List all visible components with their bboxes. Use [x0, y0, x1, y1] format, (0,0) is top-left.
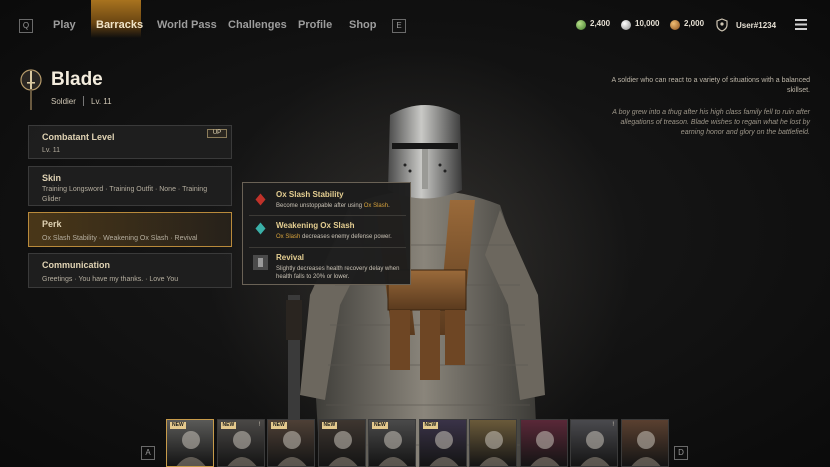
panel-subtitle: Ox Slash Stability · Weakening Ox Slash …	[42, 235, 198, 242]
level-up-badge[interactable]: UP	[207, 129, 227, 138]
perk-description: Become unstoppable after using Ox Slash.	[276, 203, 390, 209]
header-divider	[83, 96, 84, 106]
tab-barracks[interactable]: Barracks	[96, 19, 143, 31]
panel-communication[interactable]: Communication Greetings · You have my th…	[28, 253, 232, 288]
perk-tooltip: Ox Slash Stability Become unstoppable af…	[242, 182, 411, 285]
nav-prev-key[interactable]: Q	[19, 19, 33, 33]
panel-combatant-level[interactable]: Combatant Level Lv. 11 UP	[28, 125, 232, 159]
roster-slot[interactable]: NEW	[418, 419, 467, 467]
roster-next-key[interactable]: D	[674, 446, 688, 460]
silver-coin-icon	[621, 20, 631, 30]
roster-slot[interactable]: NEW	[267, 419, 315, 467]
perk-name: Ox Slash Stability	[276, 190, 344, 199]
roster-slot[interactable]: NEW	[368, 419, 416, 467]
teal-crystal-icon	[253, 221, 268, 236]
panel-title: Communication	[42, 260, 111, 270]
character-portrait	[479, 431, 509, 466]
sword-emblem-icon	[20, 69, 42, 110]
alert-mark: !	[258, 422, 261, 428]
perk-description: Slightly decreases health recovery delay…	[276, 266, 400, 280]
roster-slot[interactable]	[620, 419, 669, 467]
currency-silver-amount: 10,000	[635, 19, 660, 28]
new-badge: NEW	[271, 422, 287, 429]
roster-slot[interactable]: NEW!	[216, 419, 265, 467]
roster-slot[interactable]	[519, 419, 568, 467]
tab-world-pass[interactable]: World Pass	[157, 19, 217, 31]
roster-prev-key[interactable]: A	[141, 446, 155, 460]
currency-bronze-amount: 2,000	[684, 19, 705, 28]
panel-subtitle: Lv. 11	[42, 147, 61, 154]
new-badge: NEW	[321, 422, 338, 429]
panel-skin[interactable]: Skin Training Longsword · Training Outfi…	[28, 166, 232, 206]
new-badge: NEW	[422, 422, 439, 429]
nav-next-key[interactable]: E	[392, 19, 406, 33]
character-class: Soldier	[51, 97, 76, 106]
new-badge: NEW	[220, 422, 237, 429]
character-name: Blade	[51, 69, 103, 90]
currency-gem-amount: 2,400	[590, 19, 611, 28]
tab-play[interactable]: Play	[53, 19, 76, 31]
revival-icon	[253, 255, 268, 270]
panel-subtitle: Training Longsword · Training Outfit · N…	[42, 186, 208, 203]
panel-title: Perk	[42, 219, 62, 229]
roster-slot[interactable]	[469, 419, 517, 467]
new-badge: NEW	[170, 422, 186, 429]
user-shield-icon[interactable]	[715, 18, 729, 32]
character-portrait	[530, 431, 559, 466]
tab-challenges[interactable]: Challenges	[228, 19, 287, 31]
character-portrait	[631, 431, 660, 466]
username[interactable]: User#1234	[736, 21, 776, 30]
perk-name: Weakening Ox Slash	[276, 221, 355, 230]
divider	[249, 215, 406, 216]
green-gem-icon	[576, 20, 586, 30]
divider	[249, 247, 406, 248]
red-crystal-icon	[253, 192, 268, 207]
panel-title: Combatant Level	[42, 132, 115, 142]
roster-slot[interactable]: !	[570, 419, 618, 467]
tab-profile[interactable]: Profile	[298, 19, 332, 31]
perk-name: Revival	[276, 253, 305, 262]
character-portrait	[580, 431, 610, 466]
panel-title: Skin	[42, 173, 62, 183]
character-level: Lv. 11	[91, 97, 112, 106]
character-summary: A soldier who can react to a variety of …	[611, 77, 810, 94]
character-backstory: A boy grew into a thug after his high cl…	[612, 109, 810, 136]
alert-mark: !	[612, 422, 614, 428]
roster-slot[interactable]: NEW	[317, 419, 366, 467]
panel-perk[interactable]: Perk Ox Slash Stability · Weakening Ox S…	[28, 212, 232, 247]
perk-description: Ox Slash decreases enemy defense power.	[276, 234, 392, 240]
bronze-coin-icon	[670, 20, 680, 30]
top-navigation: Q Play Barracks World Pass Challenges Pr…	[0, 0, 830, 44]
roster-slot[interactable]: NEW	[166, 419, 214, 467]
panel-subtitle: Greetings · You have my thanks. · Love Y…	[42, 276, 179, 283]
new-badge: NEW	[372, 422, 388, 429]
menu-icon[interactable]	[795, 19, 807, 30]
tab-shop[interactable]: Shop	[349, 19, 377, 31]
